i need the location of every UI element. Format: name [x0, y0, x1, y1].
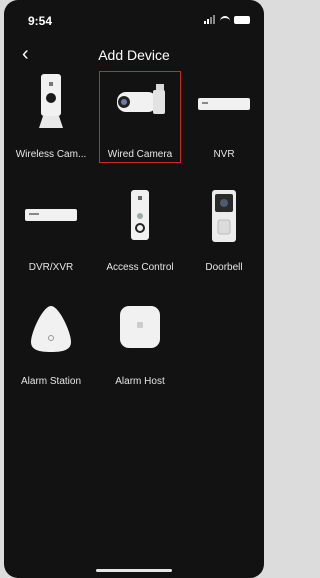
- device-label: Wired Camera: [107, 149, 173, 160]
- device-label: Alarm Station: [20, 376, 82, 387]
- doorbell-icon: [212, 190, 236, 242]
- device-label: NVR: [213, 149, 235, 160]
- dvr-icon: [25, 209, 77, 221]
- system-indicators: [204, 15, 250, 24]
- device-label: DVR/XVR: [28, 262, 74, 273]
- device-label: Wireless Cam...: [15, 149, 87, 160]
- alarm-station-icon: [31, 306, 71, 352]
- wireless-camera-icon: [39, 74, 63, 128]
- wifi-icon: [220, 15, 230, 24]
- page-title: Add Device: [98, 47, 170, 63]
- alarm-host-icon: [120, 306, 160, 348]
- device-tile-doorbell[interactable]: Doorbell: [183, 183, 264, 275]
- device-tile-nvr[interactable]: NVR: [183, 72, 264, 164]
- phone-screen: 9:54 ‹ Add Device Wireless Cam... Wired …: [4, 0, 264, 578]
- signal-icon: [204, 15, 216, 24]
- nvr-icon: [198, 98, 250, 110]
- device-tile-alarm-host[interactable]: Alarm Host: [99, 296, 181, 388]
- status-bar: 9:54: [4, 0, 264, 30]
- device-tile-wired-camera[interactable]: Wired Camera: [99, 71, 181, 163]
- battery-icon: [234, 15, 250, 24]
- device-label: Doorbell: [205, 262, 243, 273]
- wired-camera-icon: [117, 84, 165, 114]
- device-tile-wireless-camera[interactable]: Wireless Cam...: [10, 72, 92, 164]
- home-indicator[interactable]: [96, 569, 172, 572]
- device-tile-alarm-station[interactable]: Alarm Station: [10, 296, 92, 388]
- access-control-icon: [131, 190, 149, 240]
- nav-bar: ‹ Add Device: [4, 42, 264, 70]
- status-time: 9:54: [28, 14, 53, 28]
- device-label: Access Control: [106, 262, 174, 273]
- device-tile-access-control[interactable]: Access Control: [99, 183, 181, 275]
- device-label: Alarm Host: [115, 376, 165, 387]
- device-tile-dvr-xvr[interactable]: DVR/XVR: [10, 183, 92, 275]
